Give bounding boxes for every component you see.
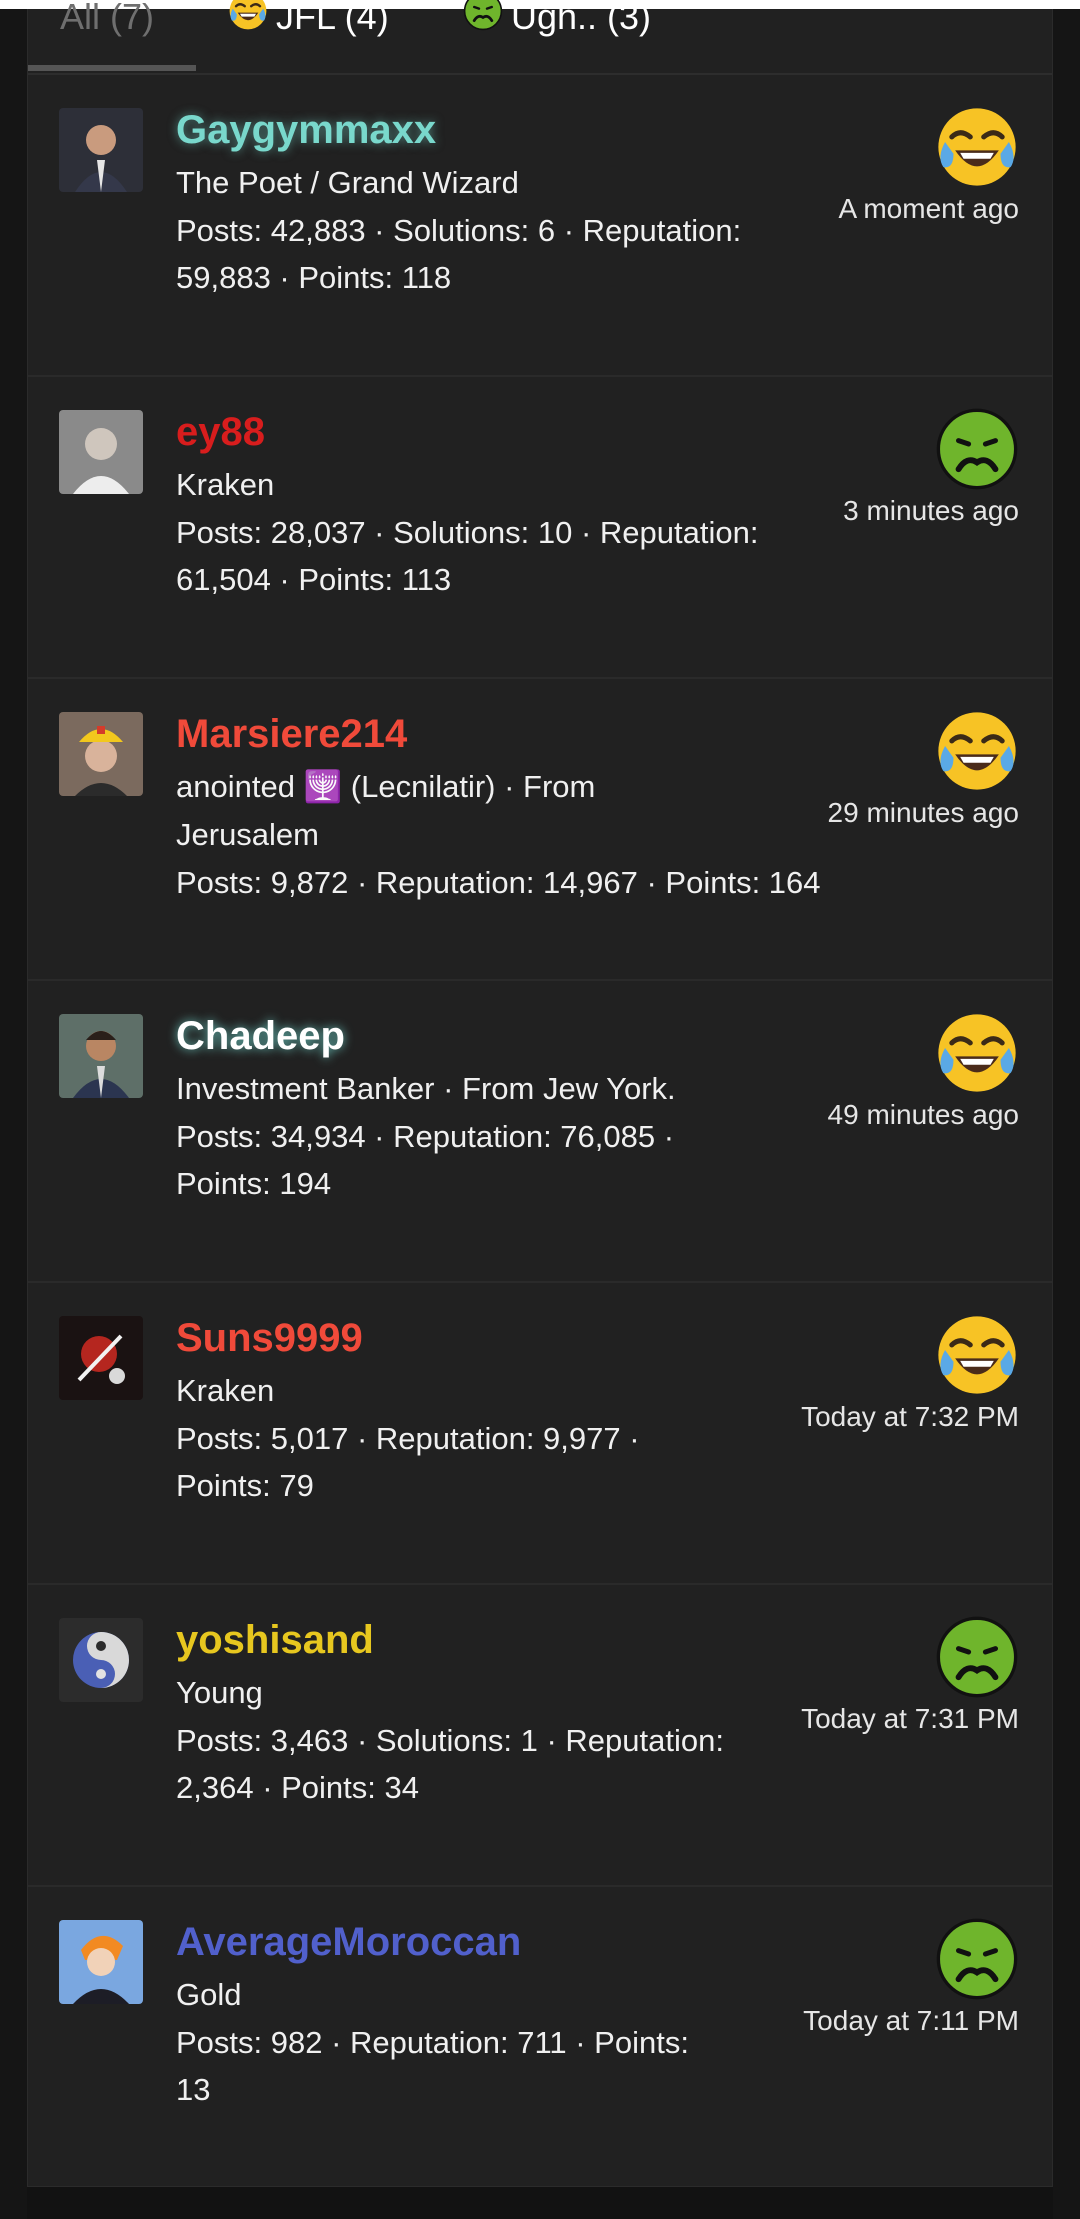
tab-ugh[interactable]: Ugh.. (3) — [463, 0, 651, 47]
jfl-crying-laughing-emoji-icon — [935, 1011, 1019, 1095]
reaction-time[interactable]: A moment ago — [838, 193, 1019, 225]
user-title: Kraken — [176, 467, 275, 502]
jfl-crying-laughing-emoji-icon — [935, 105, 1019, 189]
list-item: yoshisand Young Posts: 3,463 · Solutions… — [28, 1585, 1052, 1887]
reaction-time[interactable]: 3 minutes ago — [843, 495, 1019, 527]
list-item: AverageMoroccan Gold Posts: 982 · Reputa… — [28, 1887, 1052, 2189]
avatar[interactable] — [59, 1316, 143, 1400]
user-stats: Posts: 34,934 · Reputation: 76,085 · Poi… — [176, 1113, 866, 1207]
username-link[interactable]: AverageMoroccan — [176, 1917, 521, 1967]
username-link[interactable]: Suns9999 — [176, 1313, 363, 1363]
avatar[interactable] — [59, 108, 143, 192]
user-title: Kraken — [176, 1373, 275, 1408]
active-tab-indicator — [28, 65, 196, 71]
user-stats: Posts: 28,037 · Solutions: 10 · Reputati… — [176, 509, 866, 603]
reaction-time[interactable]: 49 minutes ago — [828, 1099, 1019, 1131]
stats-line: 2,364 · Points: 34 — [176, 1770, 419, 1805]
ugh-nauseated-emoji-icon — [935, 1615, 1019, 1699]
stats-line: Posts: 5,017 · Reputation: 9,977 · — [176, 1421, 640, 1456]
avatar[interactable] — [59, 410, 143, 494]
stats-line: Posts: 3,463 · Solutions: 1 · Reputation… — [176, 1723, 724, 1758]
title-line: anointed 🕎 (Lecnilatir) · From — [176, 769, 596, 804]
stats-line: Points: 194 — [176, 1166, 332, 1201]
left-backdrop — [0, 9, 27, 2219]
reaction-time[interactable]: Today at 7:32 PM — [801, 1401, 1019, 1433]
jfl-crying-laughing-emoji-icon — [228, 0, 268, 49]
reaction-time[interactable]: Today at 7:11 PM — [803, 2005, 1019, 2037]
user-title: anointed 🕎 (Lecnilatir) · From Jerusalem — [176, 763, 866, 859]
avatar[interactable] — [59, 712, 143, 796]
stats-line: Posts: 28,037 · Solutions: 10 · Reputati… — [176, 515, 759, 550]
avatar[interactable] — [59, 1014, 143, 1098]
list-item: ey88 Kraken Posts: 28,037 · Solutions: 1… — [28, 377, 1052, 679]
avatar[interactable] — [59, 1618, 143, 1702]
user-title: Gold — [176, 1977, 242, 2012]
list-item: Suns9999 Kraken Posts: 5,017 · Reputatio… — [28, 1283, 1052, 1585]
list-item: Gaygymmaxx The Poet / Grand Wizard Posts… — [28, 75, 1052, 377]
stats-line: 59,883 · Points: 118 — [176, 260, 452, 295]
reaction-tabs: All (7) JFL (4) Ugh.. (3) — [28, 0, 1052, 75]
reaction-time[interactable]: Today at 7:31 PM — [801, 1703, 1019, 1735]
tab-all-label: All (7) — [60, 0, 155, 37]
stats-line: 13 — [176, 2072, 211, 2107]
user-stats: Posts: 5,017 · Reputation: 9,977 · Point… — [176, 1415, 866, 1509]
stats-line: 61,504 · Points: 113 — [176, 562, 452, 597]
tab-ugh-label: Ugh.. (3) — [511, 0, 652, 37]
list-item: Marsiere214 anointed 🕎 (Lecnilatir) · Fr… — [28, 679, 1052, 981]
stats-line: Posts: 42,883 · Solutions: 6 · Reputatio… — [176, 213, 742, 248]
jfl-crying-laughing-emoji-icon — [935, 1313, 1019, 1397]
username-link[interactable]: yoshisand — [176, 1615, 374, 1665]
username-link[interactable]: Chadeep — [176, 1011, 345, 1061]
username-link[interactable]: ey88 — [176, 407, 265, 457]
stats-line: Posts: 34,934 · Reputation: 76,085 · — [176, 1119, 675, 1154]
bottom-backdrop — [27, 2190, 1053, 2219]
username-link[interactable]: Marsiere214 — [176, 709, 407, 759]
user-title: Investment Banker · From Jew York. — [176, 1071, 676, 1106]
title-line: Jerusalem — [176, 817, 319, 852]
jfl-crying-laughing-emoji-icon — [935, 709, 1019, 793]
ugh-nauseated-emoji-icon — [935, 407, 1019, 491]
list-item: Chadeep Investment Banker · From Jew Yor… — [28, 981, 1052, 1283]
username-link[interactable]: Gaygymmaxx — [176, 105, 436, 155]
user-title: The Poet / Grand Wizard — [176, 165, 519, 200]
right-backdrop — [1053, 9, 1080, 2219]
ugh-nauseated-emoji-icon — [935, 1917, 1019, 2001]
ugh-nauseated-emoji-icon — [463, 0, 503, 49]
reaction-time[interactable]: 29 minutes ago — [828, 797, 1019, 829]
user-stats: Posts: 982 · Reputation: 711 · Points: 1… — [176, 2019, 866, 2113]
stats-line: Points: 79 — [176, 1468, 314, 1503]
stats-line: Posts: 982 · Reputation: 711 · Points: — [176, 2025, 689, 2060]
reactions-panel: All (7) JFL (4) Ugh.. (3) Gaygymmaxx The… — [27, 0, 1053, 2189]
user-stats: Posts: 3,463 · Solutions: 1 · Reputation… — [176, 1717, 866, 1811]
tab-all[interactable]: All (7) — [60, 0, 154, 47]
avatar[interactable] — [59, 1920, 143, 2004]
user-stats: Posts: 42,883 · Solutions: 6 · Reputatio… — [176, 207, 866, 301]
tab-jfl-label: JFL (4) — [276, 0, 389, 37]
user-stats: Posts: 9,872 · Reputation: 14,967 · Poin… — [176, 859, 866, 906]
user-title: Young — [176, 1675, 263, 1710]
tab-jfl[interactable]: JFL (4) — [228, 0, 389, 47]
stats-line: Posts: 9,872 · Reputation: 14,967 · Poin… — [176, 865, 821, 900]
